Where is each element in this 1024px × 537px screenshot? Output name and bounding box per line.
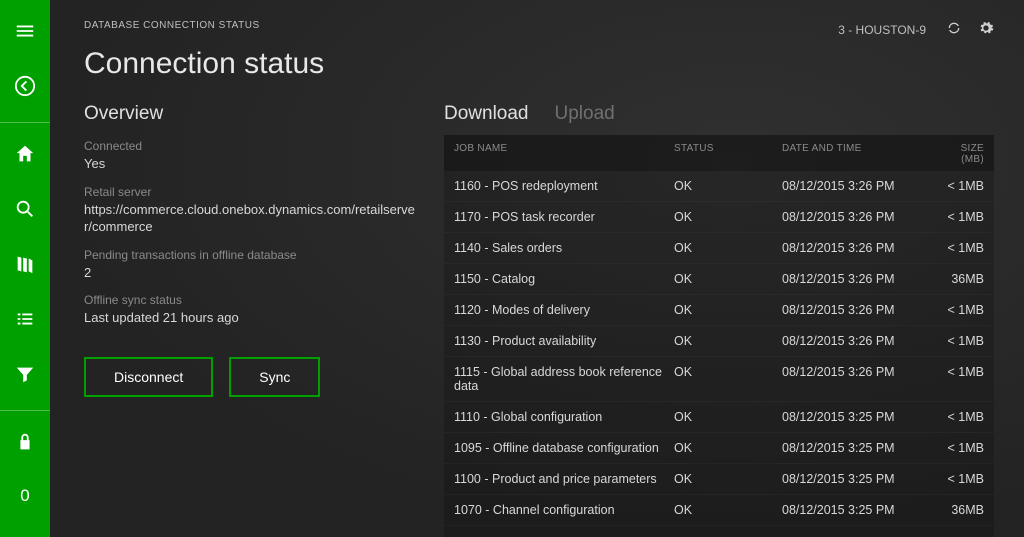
cell-status: OK — [674, 210, 782, 224]
search-icon[interactable] — [14, 198, 36, 225]
cell-date: 08/12/2015 3:25 PM — [782, 441, 946, 455]
pending-value: 2 — [84, 264, 418, 282]
offline-label: Offline sync status — [84, 293, 418, 307]
cell-size: < 1MB — [946, 210, 984, 224]
server-label: Retail server — [84, 185, 418, 199]
cell-status: OK — [674, 272, 782, 286]
cell-job: 1130 - Product availability — [454, 334, 674, 348]
cell-date: 08/12/2015 3:25 PM — [782, 410, 946, 424]
cell-date: 08/12/2015 3:26 PM — [782, 241, 946, 255]
list-icon[interactable] — [14, 308, 36, 335]
cell-status: OK — [674, 303, 782, 317]
col-header-job: JOB NAME — [454, 143, 674, 165]
cell-job: 1150 - Catalog — [454, 272, 674, 286]
gear-icon[interactable] — [978, 20, 994, 39]
cell-status: OK — [674, 410, 782, 424]
sync-button[interactable]: Sync — [229, 357, 320, 397]
col-header-size: SIZE (MB) — [946, 143, 984, 165]
cell-size: 36MB — [946, 272, 984, 286]
jobs-table: JOB NAME STATUS DATE AND TIME SIZE (MB) … — [444, 135, 994, 537]
jobs-panel: Download Upload JOB NAME STATUS DATE AND… — [444, 103, 994, 537]
table-row[interactable]: 1160 - POS redeploymentOK08/12/2015 3:26… — [444, 171, 994, 202]
cell-date: 08/12/2015 3:26 PM — [782, 365, 946, 393]
cell-job: 1120 - Modes of delivery — [454, 303, 674, 317]
filter-icon[interactable] — [14, 363, 36, 390]
sidebar: 0 — [0, 0, 50, 537]
server-value: https://commerce.cloud.onebox.dynamics.c… — [84, 201, 418, 236]
tab-download[interactable]: Download — [444, 103, 529, 125]
cell-status: OK — [674, 334, 782, 348]
location-label: 3 - HOUSTON-9 — [838, 23, 926, 37]
lock-icon[interactable] — [14, 431, 36, 458]
col-header-status: STATUS — [674, 143, 782, 165]
cell-job: 1170 - POS task recorder — [454, 210, 674, 224]
cell-job: 1100 - Product and price parameters — [454, 472, 674, 486]
table-row[interactable]: 1140 - Sales ordersOK08/12/2015 3:26 PM<… — [444, 233, 994, 264]
cell-job: 1115 - Global address book reference dat… — [454, 365, 674, 393]
cell-job: 1070 - Channel configuration — [454, 503, 674, 517]
cell-job: 1095 - Offline database configuration — [454, 441, 674, 455]
overview-heading: Overview — [84, 103, 418, 125]
table-header: JOB NAME STATUS DATE AND TIME SIZE (MB) — [444, 135, 994, 171]
cell-date: 08/12/2015 3:25 PM — [782, 472, 946, 486]
cell-job: 1110 - Global configuration — [454, 410, 674, 424]
cell-date: 08/12/2015 3:26 PM — [782, 272, 946, 286]
back-icon[interactable] — [14, 75, 36, 102]
offline-value: Last updated 21 hours ago — [84, 309, 418, 327]
cell-status: OK — [674, 503, 782, 517]
cell-status: OK — [674, 472, 782, 486]
overview-panel: Overview Connected Yes Retail server htt… — [84, 103, 418, 537]
table-row[interactable]: 1150 - CatalogOK08/12/2015 3:26 PM36MB — [444, 264, 994, 295]
connected-label: Connected — [84, 139, 418, 153]
table-row[interactable]: 1110 - Global configurationOK08/12/2015 … — [444, 402, 994, 433]
cell-status: OK — [674, 179, 782, 193]
cell-job: 1140 - Sales orders — [454, 241, 674, 255]
disconnect-button[interactable]: Disconnect — [84, 357, 213, 397]
table-row[interactable]: 1130 - Product availabilityOK08/12/2015 … — [444, 326, 994, 357]
cell-date: 08/12/2015 3:26 PM — [782, 210, 946, 224]
cell-status: OK — [674, 441, 782, 455]
refresh-icon[interactable] — [946, 20, 962, 39]
cell-size: < 1MB — [946, 241, 984, 255]
cell-size: < 1MB — [946, 441, 984, 455]
table-row[interactable]: 1100 - Product and price parametersOK08/… — [444, 464, 994, 495]
cell-size: 36MB — [946, 503, 984, 517]
menu-icon[interactable] — [14, 20, 36, 47]
cell-date: 08/12/2015 3:25 PM — [782, 503, 946, 517]
cell-status: OK — [674, 241, 782, 255]
cell-status: OK — [674, 365, 782, 393]
table-row[interactable]: 1170 - POS task recorderOK08/12/2015 3:2… — [444, 202, 994, 233]
tab-upload[interactable]: Upload — [555, 103, 615, 125]
cell-size: < 1MB — [946, 334, 984, 348]
cell-size: < 1MB — [946, 472, 984, 486]
catalog-icon[interactable] — [14, 253, 36, 280]
cell-size: < 1MB — [946, 179, 984, 193]
cell-date: 08/12/2015 3:26 PM — [782, 303, 946, 317]
cell-size: < 1MB — [946, 410, 984, 424]
col-header-date: DATE AND TIME — [782, 143, 946, 165]
home-icon[interactable] — [14, 143, 36, 170]
table-row[interactable]: 1115 - Global address book reference dat… — [444, 357, 994, 402]
cell-date: 08/12/2015 3:26 PM — [782, 334, 946, 348]
cart-count[interactable]: 0 — [20, 486, 29, 506]
pending-label: Pending transactions in offline database — [84, 248, 418, 262]
cell-size: < 1MB — [946, 303, 984, 317]
cell-size: < 1MB — [946, 365, 984, 393]
table-row[interactable]: 1120 - Modes of deliveryOK08/12/2015 3:2… — [444, 295, 994, 326]
cell-job: 1160 - POS redeployment — [454, 179, 674, 193]
main-content: DATABASE CONNECTION STATUS 3 - HOUSTON-9… — [50, 0, 1024, 537]
breadcrumb: DATABASE CONNECTION STATUS — [84, 20, 260, 31]
page-title: Connection status — [50, 39, 1024, 81]
connected-value: Yes — [84, 155, 418, 173]
table-row[interactable]: 1095 - Offline database configurationOK0… — [444, 433, 994, 464]
table-row[interactable]: 1070 - Channel configurationOK08/12/2015… — [444, 495, 994, 526]
cell-date: 08/12/2015 3:26 PM — [782, 179, 946, 193]
